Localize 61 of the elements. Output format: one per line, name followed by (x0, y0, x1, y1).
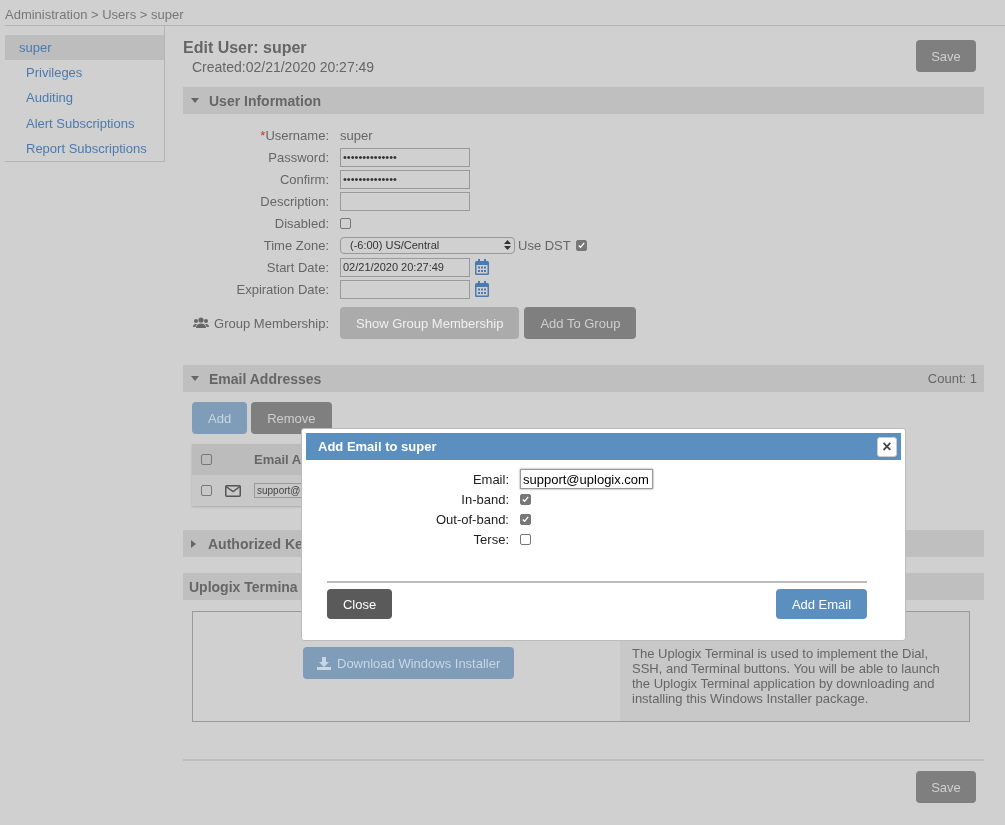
input-field[interactable]: •••••••••••••• (340, 169, 470, 189)
option-label: Terse: (472, 530, 509, 549)
download-icon (317, 656, 331, 670)
username-text: super (340, 127, 373, 143)
select-all-checkbox[interactable] (201, 454, 212, 465)
dialog-title: Add Email to super (318, 439, 437, 454)
remove-button[interactable]: Remove (251, 402, 332, 434)
add-button[interactable]: Add (192, 402, 248, 434)
option-label: In-band: (460, 490, 509, 509)
field-label: Description: (260, 193, 329, 209)
checkbox[interactable] (340, 217, 351, 229)
field-label: Group Membership: (214, 315, 329, 331)
sidebar-item[interactable]: Privileges (5, 60, 164, 86)
field-label: Expiration Date: (236, 281, 329, 297)
download-button[interactable]: Download Windows Installer (303, 647, 515, 679)
field-label: *Username: (260, 127, 329, 143)
column-header: Email A (254, 452, 302, 467)
calendar-icon[interactable] (475, 259, 489, 275)
checkbox[interactable] (520, 533, 531, 545)
time-zone-select[interactable]: (-6:00) US/Central (340, 236, 515, 254)
section-title: Email Addresses (209, 370, 322, 387)
input-field[interactable] (340, 191, 470, 211)
field-label: Email: (471, 470, 509, 489)
add-email-button[interactable]: Add Email (776, 589, 867, 619)
envelope-icon (225, 484, 241, 497)
close-button[interactable]: × (877, 436, 897, 457)
checkbox[interactable] (520, 513, 531, 525)
email-field[interactable]: support@uplogix.com (520, 469, 653, 489)
sidebar-item[interactable]: Auditing (5, 85, 164, 111)
row-checkbox[interactable] (201, 485, 212, 496)
use-dst-label: Use DST (518, 237, 571, 253)
people-icon (193, 317, 210, 329)
breadcrumb: Administration > Users > super (4, 6, 185, 24)
save-button[interactable]: Save (916, 771, 976, 803)
field-label: Time Zone: (263, 237, 329, 253)
group-button[interactable]: Add To Group (524, 307, 637, 339)
field-label: Password: (268, 149, 329, 165)
calendar-icon[interactable] (475, 281, 489, 297)
section-title: User Information (209, 92, 321, 109)
sidebar-item[interactable]: super (5, 35, 164, 61)
section-title: Uplogix Termina (189, 578, 298, 595)
close-button[interactable]: Close (327, 589, 392, 619)
section-header[interactable]: User Information (183, 87, 984, 114)
option-label: Out-of-band: (435, 510, 509, 529)
date-field[interactable]: 02/21/2020 20:27:49 (340, 257, 470, 277)
checkbox[interactable] (520, 493, 531, 505)
field-label: Disabled: (274, 215, 329, 231)
input-field[interactable]: •••••••••••••• (340, 147, 470, 167)
field-label: Confirm: (279, 171, 329, 187)
updown-arrows-icon (504, 240, 511, 250)
description-text: The Uplogix Terminal is used to implement the Dial, SSH, and Terminal buttons. You will be able to launch the Uplogix Terminal application by downloading and installing this Windows Installer package. (632, 646, 941, 706)
field-label: Start Date: (266, 259, 329, 275)
sidebar-item[interactable]: Report Subscriptions (5, 135, 164, 161)
created-text: Created:02/21/2020 20:27:49 (191, 59, 375, 75)
sidebar-item[interactable]: Alert Subscriptions (5, 110, 164, 136)
count-text: Count: 1 (927, 371, 977, 386)
save-button[interactable]: Save (916, 40, 976, 72)
date-field[interactable] (340, 279, 470, 299)
section-header[interactable]: Email Addresses Count: 1 (183, 365, 984, 392)
use-dst-checkbox[interactable] (575, 239, 587, 251)
page-title: Edit User: super (183, 39, 308, 57)
